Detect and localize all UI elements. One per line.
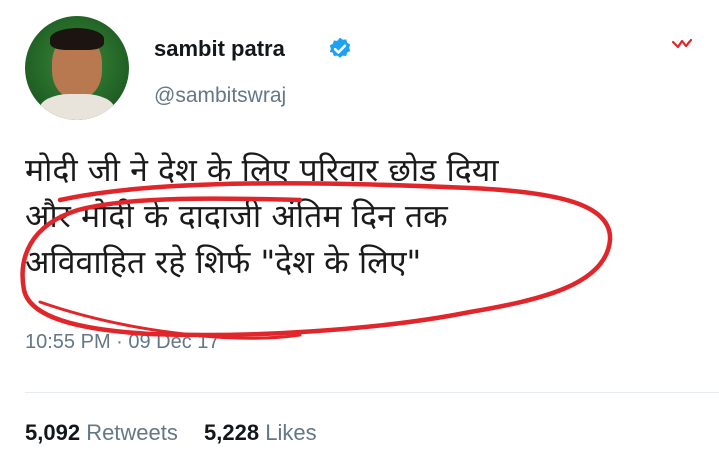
retweets-count: 5,092 [25, 420, 81, 445]
avatar[interactable] [25, 16, 129, 120]
tweet-text-line: अविवाहित रहे शिर्फ "देश के लिए" [25, 243, 422, 281]
tweet-text-line: मोदी जी ने देश के लिए परिवार छोड दिया [25, 151, 499, 189]
tweet-text-line: और मोदी के दादाजी अंतिम दिन तक [25, 197, 448, 235]
divider [25, 392, 719, 393]
tweet-timestamp[interactable]: 10:55 PM · 09 Dec 17 [25, 331, 220, 354]
retweets-label: Retweets [86, 420, 178, 445]
avatar-shirt [39, 94, 115, 120]
tweet-card: sambit patra @sambitswraj मोदी जी ने देश… [0, 0, 719, 472]
tweet-text: मोदी जी ने देश के लिए परिवार छोड दिया और… [25, 147, 695, 285]
verified-badge-icon [329, 37, 351, 58]
likes-count: 5,228 [204, 420, 260, 445]
avatar-hair [50, 28, 104, 50]
engagement-stats: 5,092 Retweets 5,228 Likes [25, 420, 337, 446]
user-handle[interactable]: @sambitswraj [154, 84, 286, 108]
retweets-stat[interactable]: 5,092 Retweets [25, 420, 178, 446]
user-name[interactable]: sambit patra [154, 36, 285, 62]
likes-label: Likes [265, 420, 317, 445]
likes-stat[interactable]: 5,228 Likes [204, 420, 317, 446]
chevron-down-icon[interactable] [671, 36, 693, 52]
